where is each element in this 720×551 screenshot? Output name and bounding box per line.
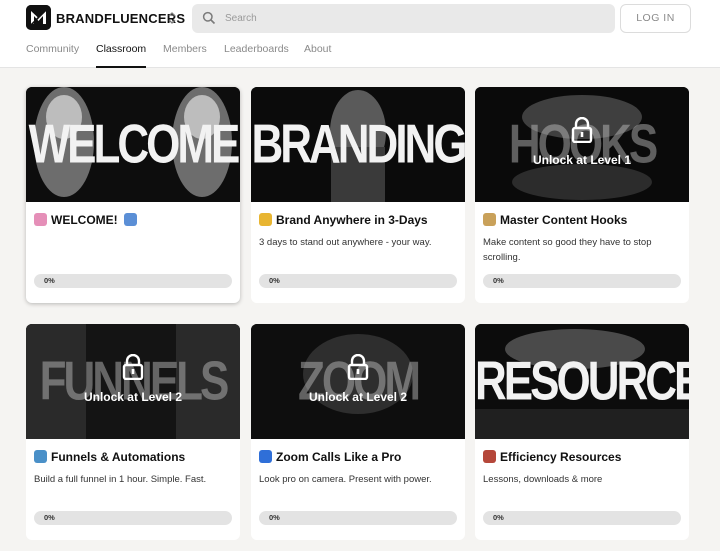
hook-emoji-icon bbox=[483, 213, 496, 226]
progress-label: 0% bbox=[269, 276, 280, 285]
pill-emoji-icon bbox=[259, 213, 272, 226]
course-description: Look pro on camera. Present with power. bbox=[259, 474, 432, 485]
course-title-text: Efficiency Resources bbox=[500, 450, 622, 464]
course-title: Funnels & Automations bbox=[34, 450, 234, 464]
whale-emoji-icon bbox=[34, 450, 47, 463]
logo-icon[interactable] bbox=[26, 5, 51, 30]
lock-icon bbox=[346, 354, 370, 380]
course-title: Brand Anywhere in 3-Days bbox=[259, 213, 459, 227]
course-card-branding[interactable]: BRANDING Brand Anywhere in 3-Days 3 days… bbox=[251, 87, 465, 303]
course-cover-image: HOOKS Unlock at Level 1 bbox=[475, 87, 689, 202]
progress-label: 0% bbox=[493, 513, 504, 522]
tab-classroom[interactable]: Classroom bbox=[96, 43, 147, 68]
search-icon bbox=[202, 11, 216, 25]
cover-text: ZOOM bbox=[298, 350, 421, 413]
search-input[interactable] bbox=[225, 4, 605, 33]
progress-bar: 0% bbox=[259, 274, 457, 288]
group-switcher-icon[interactable] bbox=[166, 9, 178, 27]
tab-about[interactable]: About bbox=[304, 43, 331, 68]
course-title: Master Content Hooks bbox=[483, 213, 683, 227]
course-title-text: Master Content Hooks bbox=[500, 213, 628, 227]
progress-bar: 0% bbox=[483, 274, 681, 288]
course-description: Lessons, downloads & more bbox=[483, 474, 603, 485]
progress-label: 0% bbox=[44, 276, 55, 285]
course-title-text: Brand Anywhere in 3-Days bbox=[276, 213, 428, 227]
course-card-resources[interactable]: RESOURCE Efficiency Resources Lessons, d… bbox=[475, 324, 689, 540]
course-description: Build a full funnel in 1 hour. Simple. F… bbox=[34, 474, 207, 485]
course-cover-image: WELCOME bbox=[26, 87, 240, 202]
tab-members[interactable]: Members bbox=[163, 43, 207, 68]
tab-community[interactable]: Community bbox=[26, 43, 79, 68]
lock-icon bbox=[570, 117, 594, 143]
brain-emoji-icon bbox=[34, 213, 47, 226]
course-cover-image: BRANDING bbox=[251, 87, 465, 202]
unlock-requirement: Unlock at Level 2 bbox=[308, 390, 408, 404]
progress-label: 0% bbox=[269, 513, 280, 522]
unlock-requirement: Unlock at Level 2 bbox=[83, 390, 183, 404]
books-emoji-icon bbox=[483, 450, 496, 463]
progress-bar: 0% bbox=[483, 511, 681, 525]
cover-text: WELCOME bbox=[28, 113, 240, 176]
course-description: Make content so good they have to stop s… bbox=[483, 237, 652, 263]
course-card-welcome[interactable]: WELCOME WELCOME! 0% bbox=[26, 87, 240, 303]
course-cover-image: ZOOM Unlock at Level 2 bbox=[251, 324, 465, 439]
login-button[interactable]: LOG IN bbox=[620, 4, 691, 33]
progress-label: 0% bbox=[493, 276, 504, 285]
course-card-hooks[interactable]: HOOKS Unlock at Level 1 Master Content H… bbox=[475, 87, 689, 303]
course-title-text: WELCOME! bbox=[51, 213, 118, 227]
cover-text: RESOURCE bbox=[475, 350, 689, 413]
progress-bar: 0% bbox=[259, 511, 457, 525]
course-title: Efficiency Resources bbox=[483, 450, 683, 464]
course-title: WELCOME! bbox=[34, 213, 234, 227]
progress-bar: 0% bbox=[34, 274, 232, 288]
search-bar[interactable] bbox=[192, 4, 615, 33]
unlock-requirement: Unlock at Level 1 bbox=[532, 153, 632, 167]
course-cover-image: FUNNELS Unlock at Level 2 bbox=[26, 324, 240, 439]
course-title: Zoom Calls Like a Pro bbox=[259, 450, 459, 464]
tab-leaderboards[interactable]: Leaderboards bbox=[224, 43, 289, 68]
lock-icon bbox=[121, 354, 145, 380]
course-title-text: Funnels & Automations bbox=[51, 450, 186, 464]
progress-bar: 0% bbox=[34, 511, 232, 525]
progress-label: 0% bbox=[44, 513, 55, 522]
blue-heart-emoji-icon bbox=[259, 450, 272, 463]
course-card-zoom[interactable]: ZOOM Unlock at Level 2 Zoom Calls Like a… bbox=[251, 324, 465, 540]
cover-text: HOOKS bbox=[508, 113, 658, 176]
cover-text: BRANDING bbox=[251, 113, 465, 176]
course-description: 3 days to stand out anywhere - your way. bbox=[259, 237, 432, 248]
course-card-funnels[interactable]: FUNNELS Unlock at Level 2 Funnels & Auto… bbox=[26, 324, 240, 540]
top-header: BRANDFLUENCERS LOG IN Community Classroo… bbox=[0, 0, 720, 68]
cover-text: FUNNELS bbox=[39, 350, 230, 413]
course-title-text: Zoom Calls Like a Pro bbox=[276, 450, 402, 464]
course-cover-image: RESOURCE bbox=[475, 324, 689, 439]
down-arrow-emoji-icon bbox=[124, 213, 137, 226]
